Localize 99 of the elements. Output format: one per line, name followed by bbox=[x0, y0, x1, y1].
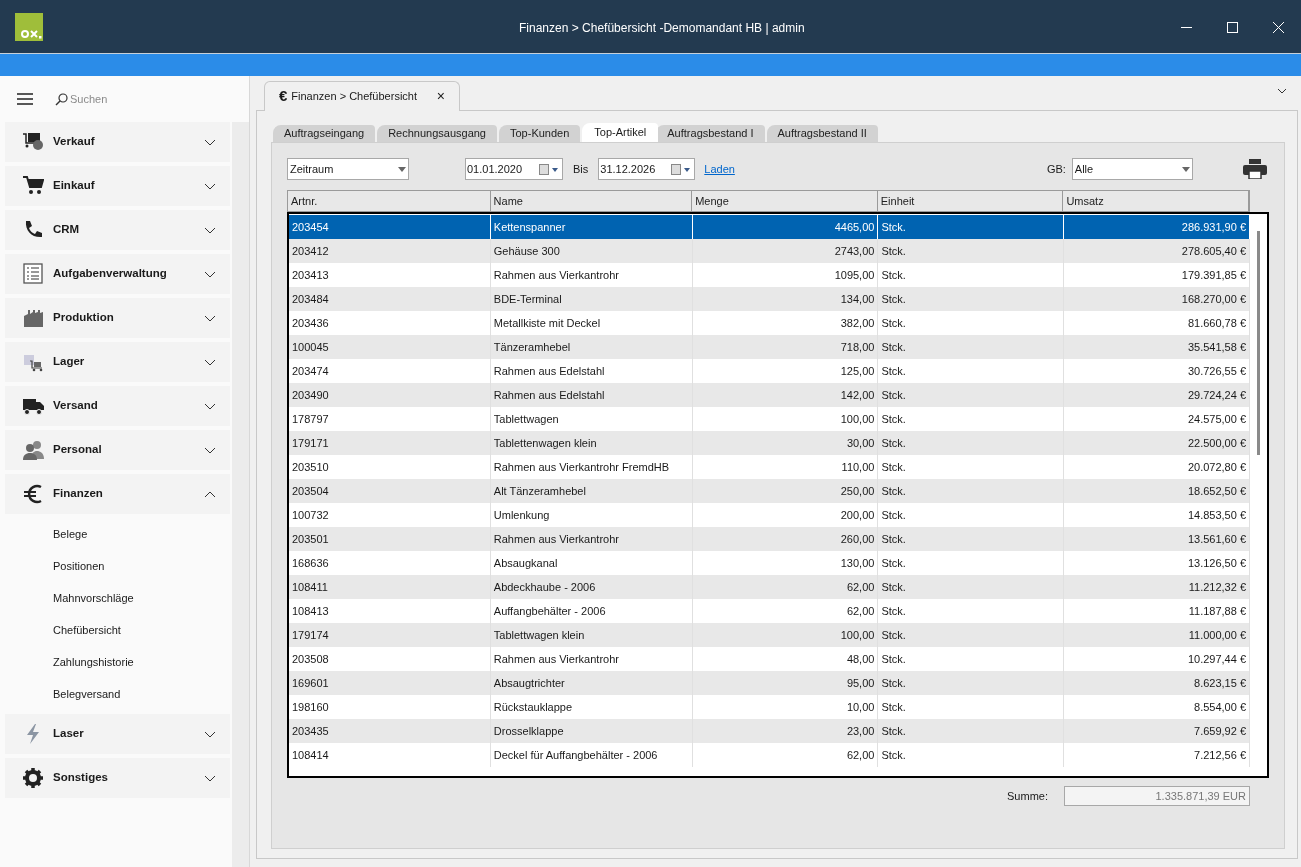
cart-coin-icon bbox=[22, 131, 44, 153]
document-tab-label: Finanzen > Chefübersicht bbox=[291, 89, 418, 105]
sidebar-item[interactable]: Personal bbox=[5, 430, 230, 470]
chevron-up-icon bbox=[204, 490, 216, 498]
table-cell: Deckel für Auffangbehälter - 2006 bbox=[490, 743, 693, 767]
chevron-down-icon bbox=[204, 730, 216, 738]
chevron-down-icon bbox=[204, 358, 216, 366]
table-row[interactable]: 203474 Rahmen aus Edelstahl 125,00 Stck. 30.726,55 € bbox=[289, 359, 1250, 383]
table-row[interactable]: 100732 Umlenkung 200,00 Stck. 14.853,50 € bbox=[289, 503, 1250, 527]
table-row[interactable]: 198160 Rückstauklappe 10,00 Stck. 8.554,00 € bbox=[289, 695, 1250, 719]
table-cell: 108414 bbox=[289, 743, 491, 767]
table-row[interactable]: 169601 Absaugtrichter 95,00 Stck. 8.623,15 € bbox=[289, 671, 1250, 695]
factory-icon bbox=[22, 307, 44, 329]
column-header[interactable]: Einheit bbox=[877, 191, 1064, 211]
people-icon bbox=[22, 439, 44, 461]
tab[interactable]: Auftragseingang bbox=[273, 125, 376, 142]
gb-dropdown[interactable]: Alle bbox=[1071, 158, 1193, 180]
calendar-icon bbox=[539, 163, 559, 175]
table-row[interactable]: 203413 Rahmen aus Vierkantrohr 1095,00 Stck. 179.391,85 € bbox=[289, 263, 1250, 287]
sidebar-item[interactable]: Laser bbox=[5, 714, 230, 754]
sidebar-item[interactable]: CRM bbox=[5, 210, 230, 250]
table-row[interactable]: 203508 Rahmen aus Vierkantrohr 48,00 Stck. 10.297,44 € bbox=[289, 647, 1250, 671]
sidebar-subitem[interactable]: Belege bbox=[5, 518, 96, 550]
search-field[interactable]: Suchen bbox=[70, 90, 170, 108]
sidebar-item[interactable]: Aufgabenverwaltung bbox=[5, 254, 230, 294]
euro-icon bbox=[22, 483, 44, 505]
search-icon bbox=[55, 92, 68, 106]
sidebar-subitem[interactable]: Chefübersicht bbox=[5, 614, 129, 646]
table-row[interactable]: 203504 Alt Tänzeramhebel 250,00 Stck. 18.652,50 € bbox=[289, 479, 1250, 503]
table-row[interactable]: 203454 Kettenspanner 4465,00 Stck. 286.931,90 € bbox=[289, 215, 1250, 239]
load-link[interactable]: Laden bbox=[704, 160, 735, 178]
sidebar-item[interactable]: Einkauf bbox=[5, 166, 230, 206]
window-title: Finanzen > Chefübersicht -Demomandant HB | admin bbox=[519, 20, 805, 37]
chevron-down-icon bbox=[204, 446, 216, 454]
scrollbar-thumb[interactable] bbox=[1257, 231, 1260, 455]
table-cell: Stck. bbox=[878, 743, 1065, 767]
table-row[interactable]: 100045 Tänzeramhebel 718,00 Stck. 35.541,58 € bbox=[289, 335, 1250, 359]
chevron-down-icon bbox=[204, 138, 216, 146]
table-row[interactable]: 108411 Abdeckhaube - 2006 62,00 Stck. 11.212,32 € bbox=[289, 575, 1250, 599]
table-row[interactable]: 168636 Absaugkanal 130,00 Stck. 13.126,50 € bbox=[289, 551, 1250, 575]
chevron-down-icon bbox=[204, 774, 216, 782]
table-row[interactable]: 203510 Rahmen aus Vierkantrohr FremdHB 110,00 Stck. 20.072,80 € bbox=[289, 455, 1250, 479]
sidebar-item[interactable]: Verkauf bbox=[5, 122, 230, 162]
logo-icon bbox=[15, 12, 43, 41]
chevron-down-icon bbox=[204, 226, 216, 234]
to-label: Bis bbox=[573, 161, 589, 177]
table-row[interactable]: 203490 Rahmen aus Edelstahl 142,00 Stck. 29.724,24 € bbox=[289, 383, 1250, 407]
close-icon[interactable]: × bbox=[436, 86, 445, 107]
document-tab[interactable]: € Finanzen > Chefübersicht × bbox=[264, 81, 460, 111]
period-dropdown[interactable]: Zeitraum bbox=[287, 158, 409, 180]
column-header[interactable]: Umsatz bbox=[1063, 191, 1249, 211]
table-row[interactable]: 203436 Metallkiste mit Deckel 382,00 Stck. 81.660,78 € bbox=[289, 311, 1250, 335]
gear-icon bbox=[22, 767, 44, 789]
caret-icon bbox=[398, 166, 406, 172]
printer-icon[interactable] bbox=[1242, 159, 1267, 179]
tab[interactable]: Top-Artikel bbox=[582, 123, 659, 142]
column-header[interactable]: Artnr. bbox=[288, 191, 491, 211]
total-label: Summe: bbox=[1007, 788, 1048, 804]
table-row[interactable]: 203435 Drosselklappe 23,00 Stck. 7.659,92 € bbox=[289, 719, 1250, 743]
tab[interactable]: Top-Kunden bbox=[499, 125, 581, 142]
column-header[interactable]: Menge bbox=[692, 191, 878, 211]
column-header[interactable]: Name bbox=[490, 191, 693, 211]
sidebar-subitem[interactable]: Mahnvorschläge bbox=[5, 582, 142, 614]
sidebar-item[interactable]: Lager bbox=[5, 342, 230, 382]
sidebar-item[interactable]: Sonstiges bbox=[5, 758, 230, 798]
cart-icon bbox=[22, 175, 44, 197]
table-cell: 7.212,56 € bbox=[1064, 743, 1251, 767]
list-icon bbox=[22, 263, 44, 285]
chevron-down-icon bbox=[204, 402, 216, 410]
from-date-field[interactable]: 01.01.2020 bbox=[465, 158, 563, 180]
sidebar-subitem[interactable]: Zahlungshistorie bbox=[5, 646, 142, 678]
table-row[interactable]: 179174 Tablettwagen klein 100,00 Stck. 11.000,00 € bbox=[289, 623, 1250, 647]
table-row[interactable]: 108413 Auffangbehälter - 2006 62,00 Stck. 11.187,88 € bbox=[289, 599, 1250, 623]
sidebar-item[interactable]: Produktion bbox=[5, 298, 230, 338]
sidebar-item[interactable]: Versand bbox=[5, 386, 230, 426]
chevron-down-icon[interactable] bbox=[1277, 88, 1287, 94]
chevron-down-icon bbox=[204, 270, 216, 278]
gb-label: GB: bbox=[1046, 161, 1066, 177]
sidebar-subitem[interactable]: Belegversand bbox=[5, 678, 129, 710]
table-row[interactable]: 203412 Gehäuse 300 2743,00 Stck. 278.605,40 € bbox=[289, 239, 1250, 263]
calendar-icon bbox=[671, 163, 692, 175]
sidebar-item[interactable]: Finanzen bbox=[5, 474, 230, 514]
tab[interactable]: Auftragsbestand II bbox=[766, 125, 878, 142]
total-field: 1.335.871,39 EUR bbox=[1064, 786, 1250, 806]
table-cell: 62,00 bbox=[692, 743, 879, 767]
euro-icon: € bbox=[279, 85, 288, 108]
table-row[interactable]: 203501 Rahmen aus Vierkantrohr 260,00 Stck. 13.561,60 € bbox=[289, 527, 1250, 551]
table-row[interactable]: 178797 Tablettwagen 100,00 Stck. 24.575,00 € bbox=[289, 407, 1250, 431]
caret-icon bbox=[1181, 166, 1190, 172]
table-row[interactable]: 203484 BDE-Terminal 134,00 Stck. 168.270,00 € bbox=[289, 287, 1250, 311]
to-date-field[interactable]: 31.12.2026 bbox=[598, 158, 696, 180]
sidebar-subitem[interactable]: Positionen bbox=[5, 550, 113, 582]
table-row[interactable]: 108414 Deckel für Auffangbehälter - 2006 62,00 Stck. 7.212,56 € bbox=[289, 743, 1250, 767]
chevron-down-icon bbox=[204, 182, 216, 190]
tab[interactable]: Rechnungsausgang bbox=[377, 125, 497, 142]
menu-icon[interactable] bbox=[17, 93, 33, 105]
table-row[interactable]: 179171 Tablettenwagen klein 30,00 Stck. 22.500,00 € bbox=[289, 431, 1250, 455]
tab[interactable]: Auftragsbestand I bbox=[656, 125, 765, 142]
chevron-down-icon bbox=[204, 314, 216, 322]
